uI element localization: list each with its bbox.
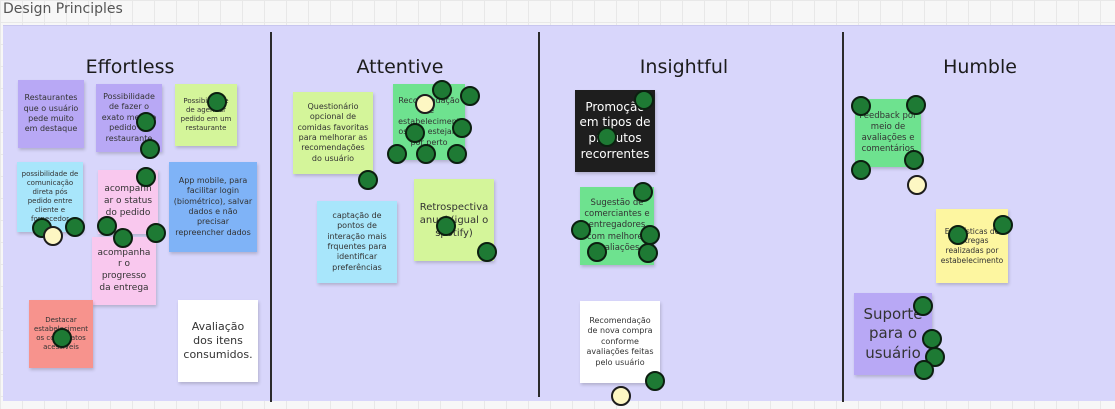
vote-dot[interactable]: [432, 80, 452, 100]
vote-dot[interactable]: [405, 123, 425, 143]
column-title-attentive[interactable]: Attentive: [330, 56, 470, 78]
vote-dot[interactable]: [477, 242, 497, 262]
vote-dot[interactable]: [136, 112, 156, 132]
vote-dot[interactable]: [207, 92, 227, 112]
sticky-note[interactable]: Questionário opcional de comidas favorit…: [293, 92, 373, 174]
vote-dot[interactable]: [597, 127, 617, 147]
vote-dot[interactable]: [633, 182, 653, 202]
vote-dot[interactable]: [638, 243, 658, 263]
vote-dot[interactable]: [914, 360, 934, 380]
vote-dot[interactable]: [447, 144, 467, 164]
vote-dot[interactable]: [993, 215, 1013, 235]
sticky-note[interactable]: Restaurantes que o usuário pede muito em…: [18, 80, 84, 148]
vote-dot[interactable]: [571, 220, 591, 240]
vote-dot[interactable]: [907, 175, 927, 195]
vote-dot[interactable]: [113, 228, 133, 248]
vote-dot[interactable]: [640, 225, 660, 245]
sticky-note[interactable]: Recomendação de nova compra conforme ava…: [580, 301, 660, 383]
vote-dot[interactable]: [913, 296, 933, 316]
vote-dot[interactable]: [415, 94, 435, 114]
vote-dot[interactable]: [948, 225, 968, 245]
vote-dot[interactable]: [904, 150, 924, 170]
vote-dot[interactable]: [906, 95, 926, 115]
vote-dot[interactable]: [136, 167, 156, 187]
vote-dot[interactable]: [645, 371, 665, 391]
vote-dot[interactable]: [43, 226, 63, 246]
column-title-humble[interactable]: Humble: [910, 56, 1050, 78]
vote-dot[interactable]: [611, 386, 631, 406]
vote-dot[interactable]: [634, 90, 654, 110]
vote-dot[interactable]: [452, 118, 472, 138]
vote-dot[interactable]: [387, 144, 407, 164]
vote-dot[interactable]: [140, 139, 160, 159]
vote-dot[interactable]: [587, 242, 607, 262]
sticky-note[interactable]: Avaliação dos itens consumidos.: [178, 300, 258, 382]
frame-title[interactable]: Design Principles: [3, 1, 123, 17]
column-divider-2: [538, 32, 540, 397]
vote-dot[interactable]: [65, 217, 85, 237]
sticky-note[interactable]: Possibilidade de agendar pedido em um re…: [175, 84, 237, 146]
sticky-note[interactable]: App mobile, para facilitar login (biomét…: [169, 162, 257, 252]
column-title-insightful[interactable]: Insightful: [614, 56, 754, 78]
column-divider-1: [270, 32, 272, 402]
vote-dot[interactable]: [416, 144, 436, 164]
vote-dot[interactable]: [436, 216, 456, 236]
sticky-note[interactable]: captação de pontos de interação mais frq…: [317, 201, 397, 283]
column-title-effortless[interactable]: Effortless: [60, 56, 200, 78]
vote-dot[interactable]: [52, 328, 72, 348]
vote-dot[interactable]: [851, 160, 871, 180]
vote-dot[interactable]: [358, 170, 378, 190]
vote-dot[interactable]: [460, 86, 480, 106]
column-divider-3: [842, 32, 844, 402]
vote-dot[interactable]: [146, 223, 166, 243]
vote-dot[interactable]: [922, 329, 942, 349]
vote-dot[interactable]: [851, 96, 871, 116]
